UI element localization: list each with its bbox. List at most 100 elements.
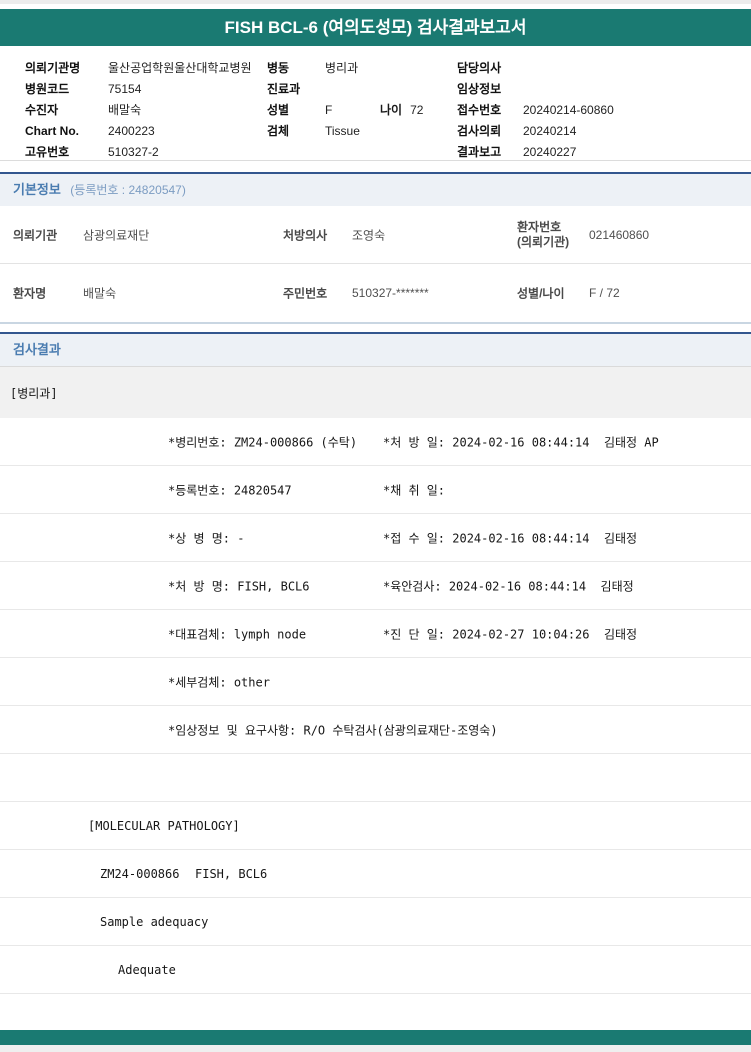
table-row: 의뢰기관 삼광의료재단 처방의사 조영숙 환자번호 (의뢰기관) 02146086… (0, 206, 751, 264)
empty-row (0, 754, 751, 802)
section-basic-info: 기본정보 (등록번호 : 24820547) (0, 172, 751, 206)
sample-adequacy-row: Sample adequacy (0, 898, 751, 946)
table-row: 환자명 배말숙 주민번호 510327-******* 성별/나이 F / 72 (0, 264, 751, 321)
specimen-value: Tissue (325, 124, 360, 138)
prescription-name-field: *처 방 명: FISH, BCL6 (168, 579, 310, 593)
header-divider (0, 160, 751, 161)
attending-doctor-row: 담당의사 (457, 58, 614, 79)
prescribing-doctor-label: 처방의사 (283, 228, 328, 242)
department-label: 진료과 (267, 82, 301, 96)
test-results-section-title: 검사결과 (13, 342, 61, 357)
empty-row (0, 994, 751, 1030)
registration-no-row: *등록번호: 24820547 *채 취 일: (0, 466, 751, 514)
prescribing-doctor-value: 조영숙 (352, 228, 386, 242)
chart-no-value: 2400223 (108, 124, 155, 138)
test-request-date-value: 20240214 (523, 124, 577, 138)
basic-info-section-title: 기본정보 (13, 182, 61, 197)
basic-info-registration-no: (등록번호 : 24820547) (70, 183, 186, 197)
requesting-org-label: 의뢰기관 (13, 228, 58, 242)
sex-label: 성별 (267, 103, 290, 117)
adequacy-value-row: Adequate (0, 946, 751, 994)
receipt-date-field: *접 수 일: 2024-02-16 08:44:14 김태정 (383, 531, 638, 545)
hospital-code-label: 병원코드 (25, 82, 70, 96)
bottom-edge-strip (0, 1045, 751, 1052)
receipt-no-row: 접수번호 20240214-60860 (457, 100, 614, 121)
examinee-row: 수진자 배말숙 (25, 100, 252, 121)
requesting-org-name-label: 의뢰기관명 (25, 61, 81, 75)
clinical-info-label: 임상정보 (457, 82, 502, 96)
test-request-date-label: 검사의뢰 (457, 124, 502, 138)
patient-no-label: 환자번호 (의뢰기관) (517, 220, 569, 250)
sex-age-table-value: F / 72 (589, 285, 620, 300)
patient-name-label: 환자명 (13, 286, 47, 300)
prescription-name-row: *처 방 명: FISH, BCL6 *육안검사: 2024-02-16 08:4… (0, 562, 751, 610)
sex-age-table-label: 성별/나이 (517, 286, 565, 300)
report-footer-bar (0, 1030, 751, 1045)
disease-name-field: *상 병 명: - (168, 531, 245, 545)
ward-value: 병리과 (325, 61, 359, 75)
sub-specimen-row: *세부검체: other (0, 658, 751, 706)
disease-name-row: *상 병 명: - *접 수 일: 2024-02-16 08:44:14 김태정 (0, 514, 751, 562)
clinical-request-row: *임상정보 및 요구사항: R/O 수탁검사(삼광의료재단-조영숙) (0, 706, 751, 754)
department-row: 진료과 (267, 79, 423, 100)
hospital-code-row: 병원코드 75154 (25, 79, 252, 100)
specimen-row: 검체 Tissue (267, 121, 423, 142)
receipt-no-value: 20240214-60860 (523, 103, 614, 117)
header-middle-column: 병동 병리과 진료과 성별 F 나이 72 검체 Tissue (267, 58, 423, 142)
basic-info-table: 의뢰기관 삼광의료재단 처방의사 조영숙 환자번호 (의뢰기관) 02146086… (0, 206, 751, 324)
receipt-no-label: 접수번호 (457, 103, 502, 117)
requesting-org-value: 삼광의료재단 (83, 228, 150, 242)
result-report-date-value: 20240227 (523, 145, 577, 159)
representative-specimen-field: *대표검체: lymph node (168, 627, 307, 641)
chart-no-row: Chart No. 2400223 (25, 121, 252, 142)
clinical-request-field: *임상정보 및 요구사항: R/O 수탁검사(삼광의료재단-조영숙) (168, 723, 498, 737)
registration-no-field: *등록번호: 24820547 (168, 483, 292, 497)
department-band: [병리과] (0, 366, 751, 418)
sex-age-row: 성별 F 나이 72 (267, 100, 423, 121)
section-test-results: 검사결과 (0, 332, 751, 366)
examinee-value: 배말숙 (108, 103, 142, 117)
sex-value: F (325, 103, 333, 117)
ward-row: 병동 병리과 (267, 58, 423, 79)
diagnosis-date-field: *진 단 일: 2024-02-27 10:04:26 김태정 (383, 627, 638, 641)
age-label: 나이 (380, 103, 403, 117)
attending-doctor-label: 담당의사 (457, 61, 502, 75)
patient-name-value: 배말숙 (83, 286, 117, 300)
requesting-org-name-value: 울산공업학원울산대학교병원 (108, 61, 252, 75)
report-header-fields: 의뢰기관명 울산공업학원울산대학교병원 병원코드 75154 수진자 배말숙 Char… (0, 56, 751, 160)
molecular-pathology-header: [MOLECULAR PATHOLOGY] (88, 818, 240, 833)
requesting-org-name-row: 의뢰기관명 울산공업학원울산대학교병원 (25, 58, 252, 79)
pathology-no-field: *병리번호: ZM24-000866 (수탁) (168, 435, 358, 449)
molecular-pathology-header-row: [MOLECULAR PATHOLOGY] (0, 802, 751, 850)
adequacy-value: Adequate (118, 962, 176, 977)
age-value: 72 (410, 103, 424, 117)
examinee-label: 수진자 (25, 103, 59, 117)
unique-no-value: 510327-2 (108, 145, 159, 159)
representative-specimen-row: *대표검체: lymph node *진 단 일: 2024-02-27 10:0… (0, 610, 751, 658)
collection-date-field: *채 취 일: (383, 483, 446, 497)
specimen-label: 검체 (267, 124, 290, 138)
test-name: FISH, BCL6 (195, 866, 268, 881)
report-page: FISH BCL-6 (여의도성모) 검사결과보고서 의뢰기관명 울산공업학원울산… (0, 0, 751, 1052)
resident-no-value: 510327-******* (352, 285, 429, 300)
test-request-date-row: 검사의뢰 20240214 (457, 121, 614, 142)
ward-label: 병동 (267, 61, 290, 75)
test-line-row: ZM24-000866 FISH, BCL6 (0, 850, 751, 898)
gross-exam-date-field: *육안검사: 2024-02-16 08:44:14 김태정 (383, 579, 634, 593)
department-name: [병리과] (10, 386, 58, 400)
pathology-no-row: *병리번호: ZM24-000866 (수탁) *처 방 일: 2024-02-1… (0, 418, 751, 466)
patient-no-label-line1: 환자번호 (517, 219, 562, 234)
sub-specimen-field: *세부검체: other (168, 675, 270, 689)
report-title: FISH BCL-6 (여의도성모) 검사결과보고서 (224, 18, 527, 37)
test-number: ZM24-000866 (100, 866, 180, 881)
hospital-code-value: 75154 (108, 82, 142, 96)
header-right-column: 담당의사 임상정보 접수번호 20240214-60860 검사의뢰 2024021… (457, 58, 614, 163)
result-detail-rows: *병리번호: ZM24-000866 (수탁) *처 방 일: 2024-02-1… (0, 418, 751, 1030)
top-edge-strip (0, 0, 751, 4)
patient-no-value: 021460860 (589, 227, 650, 242)
resident-no-label: 주민번호 (283, 286, 328, 300)
clinical-info-row: 임상정보 (457, 79, 614, 100)
patient-no-label-line2: (의뢰기관) (517, 234, 570, 249)
header-left-column: 의뢰기관명 울산공업학원울산대학교병원 병원코드 75154 수진자 배말숙 Char… (25, 58, 252, 163)
report-title-bar: FISH BCL-6 (여의도성모) 검사결과보고서 (0, 9, 751, 46)
